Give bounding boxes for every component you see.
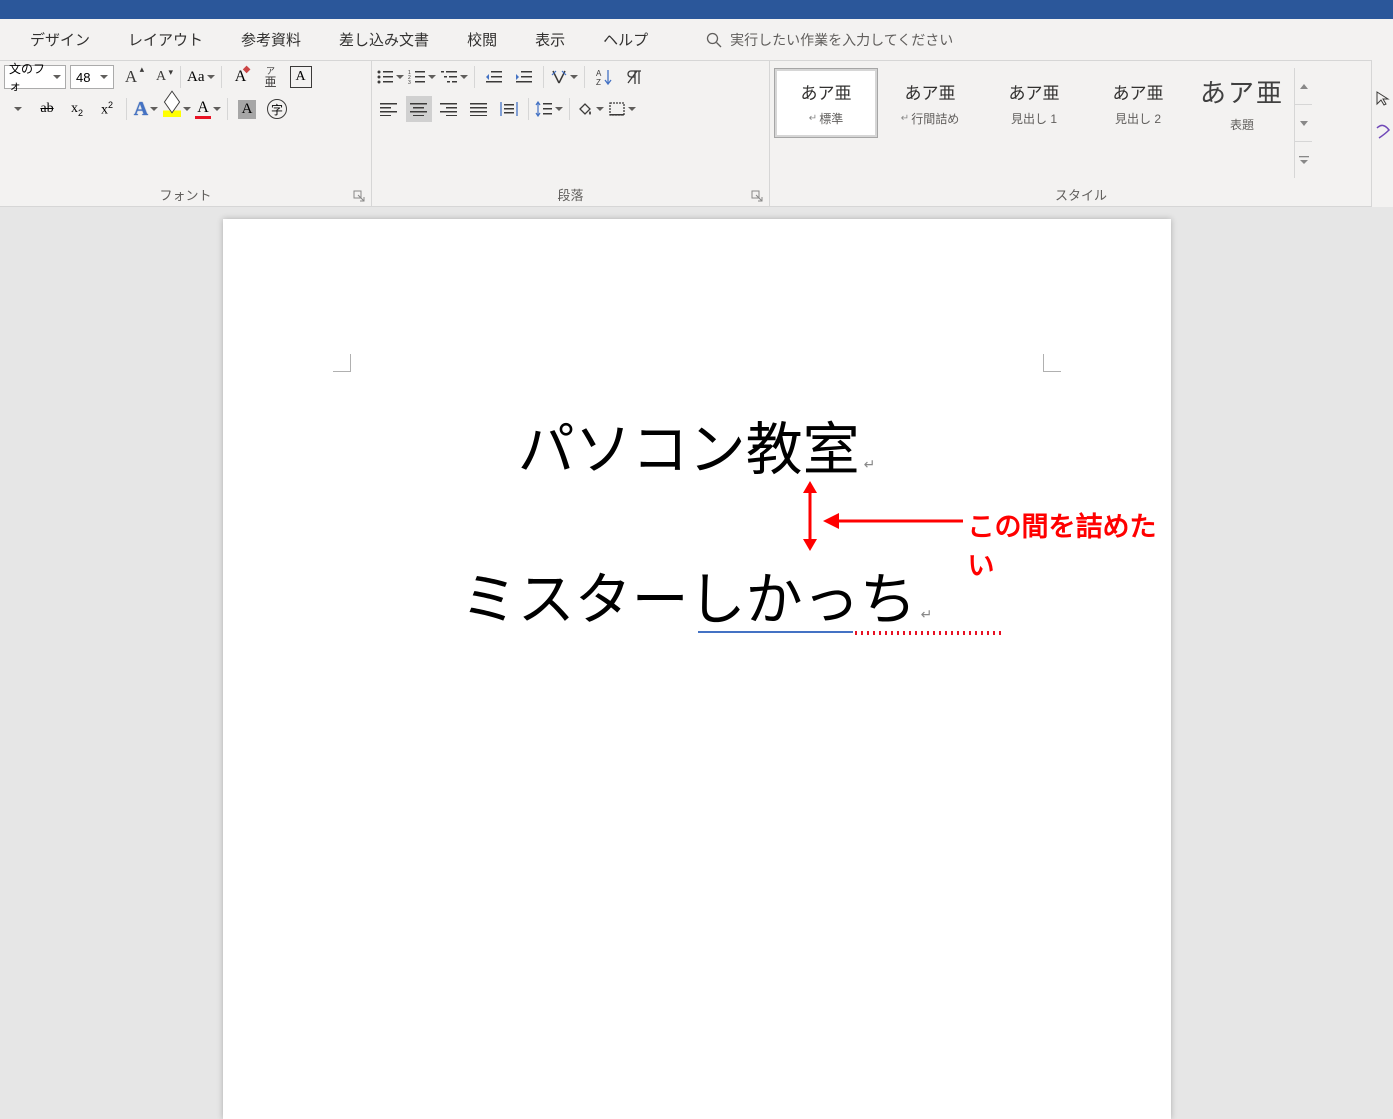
chevron-down-icon <box>100 75 108 83</box>
distribute-button[interactable] <box>496 96 522 122</box>
style-no-spacing[interactable]: あア亜 ↵行間詰め <box>878 68 982 138</box>
shading-button[interactable] <box>576 96 604 122</box>
superscript-button[interactable]: x2 <box>94 96 120 122</box>
shrink-font-button[interactable]: A▾ <box>148 64 174 90</box>
annotation-vertical-arrow <box>797 481 823 551</box>
svg-text:3: 3 <box>408 80 411 85</box>
svg-text:Z: Z <box>596 78 601 86</box>
highlight-icon <box>163 101 181 117</box>
tell-me-search[interactable]: 実行したい作業を入力してください <box>706 30 953 50</box>
annotation-horizontal-arrow <box>823 509 963 533</box>
tab-help[interactable]: ヘルプ <box>603 29 648 50</box>
change-case-button[interactable]: Aa <box>187 64 215 90</box>
gallery-down-button[interactable] <box>1295 105 1312 142</box>
group-label-font: フォント <box>4 182 367 206</box>
paint-bucket-icon <box>576 101 594 117</box>
borders-icon <box>608 101 626 117</box>
tab-view[interactable]: 表示 <box>535 29 565 50</box>
grow-font-button[interactable]: A▴ <box>118 64 144 90</box>
spelling-underline <box>853 631 1003 635</box>
outdent-icon <box>485 69 503 85</box>
dialog-launcher-icon[interactable] <box>751 190 763 202</box>
style-normal[interactable]: あア亜 ↵標準 <box>774 68 878 138</box>
underline-split-button[interactable] <box>4 96 30 122</box>
align-left-button[interactable] <box>376 96 402 122</box>
indent-icon <box>515 69 533 85</box>
numbering-icon: 123 <box>408 69 426 85</box>
strikethrough-button[interactable]: ab <box>34 96 60 122</box>
show-hide-marks-button[interactable] <box>621 64 647 90</box>
group-label-styles: スタイル <box>774 182 1388 206</box>
dialog-launcher-icon[interactable] <box>353 190 365 202</box>
phonetic-guide-button[interactable]: ア亜 <box>258 64 284 90</box>
numbering-button[interactable]: 123 <box>408 64 436 90</box>
enclose-characters-button[interactable]: 字 <box>264 96 290 122</box>
character-shading-button[interactable]: A <box>234 96 260 122</box>
sort-button[interactable]: AZ <box>591 64 617 90</box>
asian-layout-button[interactable] <box>550 64 578 90</box>
style-heading2[interactable]: あア亜 見出し 2 <box>1086 68 1190 138</box>
style-heading1[interactable]: あア亜 見出し 1 <box>982 68 1086 138</box>
tab-mailings[interactable]: 差し込み文書 <box>339 29 429 50</box>
multilevel-icon <box>440 69 458 85</box>
character-border-button[interactable]: A <box>288 64 314 90</box>
tab-layout[interactable]: レイアウト <box>128 29 203 50</box>
justify-button[interactable] <box>466 96 492 122</box>
clear-formatting-button[interactable]: A◆ <box>228 64 254 90</box>
paragraph-mark-icon: ↵ <box>901 113 909 124</box>
bullets-icon <box>376 69 394 85</box>
search-icon <box>706 32 722 48</box>
styles-gallery: あア亜 ↵標準 あア亜 ↵行間詰め あア亜 見出し 1 あア亜 見出し 2 あア… <box>774 64 1312 182</box>
tab-references[interactable]: 参考資料 <box>241 29 301 50</box>
text-effects-button[interactable]: A <box>133 96 159 122</box>
paragraph-mark-icon: ↵ <box>921 606 933 622</box>
ribbon: 文のフォ 48 A▴ A▾ Aa A◆ ア亜 A ab x2 x2 A A <box>0 61 1393 207</box>
font-name-combo[interactable]: 文のフォ <box>4 65 66 89</box>
tab-design[interactable]: デザイン <box>30 29 90 50</box>
tell-me-placeholder: 実行したい作業を入力してください <box>730 30 953 50</box>
cursor-icon[interactable] <box>1375 90 1391 106</box>
paragraph-mark-icon: ↵ <box>809 113 817 124</box>
align-center-button[interactable] <box>406 96 432 122</box>
borders-button[interactable] <box>608 96 636 122</box>
tab-review[interactable]: 校閲 <box>467 29 497 50</box>
decrease-indent-button[interactable] <box>481 64 507 90</box>
font-color-button[interactable]: A <box>195 96 221 122</box>
margin-corner-icon <box>1043 354 1061 372</box>
line-spacing-button[interactable] <box>535 96 563 122</box>
group-label-paragraph: 段落 <box>376 182 765 206</box>
highlight-button[interactable] <box>163 96 191 122</box>
grammar-underline <box>698 631 853 633</box>
title-bar <box>0 0 1393 19</box>
document-canvas[interactable]: パソコン教室↵ ミスターしかっち↵ この間を詰めたい <box>0 207 1393 840</box>
annotation-text: この間を詰めたい <box>968 505 1171 583</box>
pen-icon[interactable] <box>1375 124 1391 140</box>
gallery-scroll <box>1294 68 1312 178</box>
font-size-combo[interactable]: 48 <box>70 65 114 89</box>
document-page: パソコン教室↵ ミスターしかっち↵ この間を詰めたい <box>223 219 1171 1119</box>
sort-icon: AZ <box>595 68 613 86</box>
multilevel-list-button[interactable] <box>440 64 468 90</box>
document-line-1[interactable]: パソコン教室↵ <box>223 404 1171 486</box>
increase-indent-button[interactable] <box>511 64 537 90</box>
subscript-button[interactable]: x2 <box>64 96 90 122</box>
gallery-more-button[interactable] <box>1295 142 1312 178</box>
pilcrow-icon <box>625 68 643 86</box>
ribbon-tabs: デザイン レイアウト 参考資料 差し込み文書 校閲 表示 ヘルプ 実行したい作業… <box>0 19 1393 61</box>
align-right-button[interactable] <box>436 96 462 122</box>
paragraph-mark-icon: ↵ <box>864 456 876 472</box>
style-title[interactable]: あア亜 表題 <box>1190 68 1294 138</box>
gallery-up-button[interactable] <box>1295 68 1312 105</box>
margin-corner-icon <box>333 354 351 372</box>
svg-text:A: A <box>596 69 602 78</box>
line-spacing-icon <box>535 101 553 117</box>
bullets-button[interactable] <box>376 64 404 90</box>
